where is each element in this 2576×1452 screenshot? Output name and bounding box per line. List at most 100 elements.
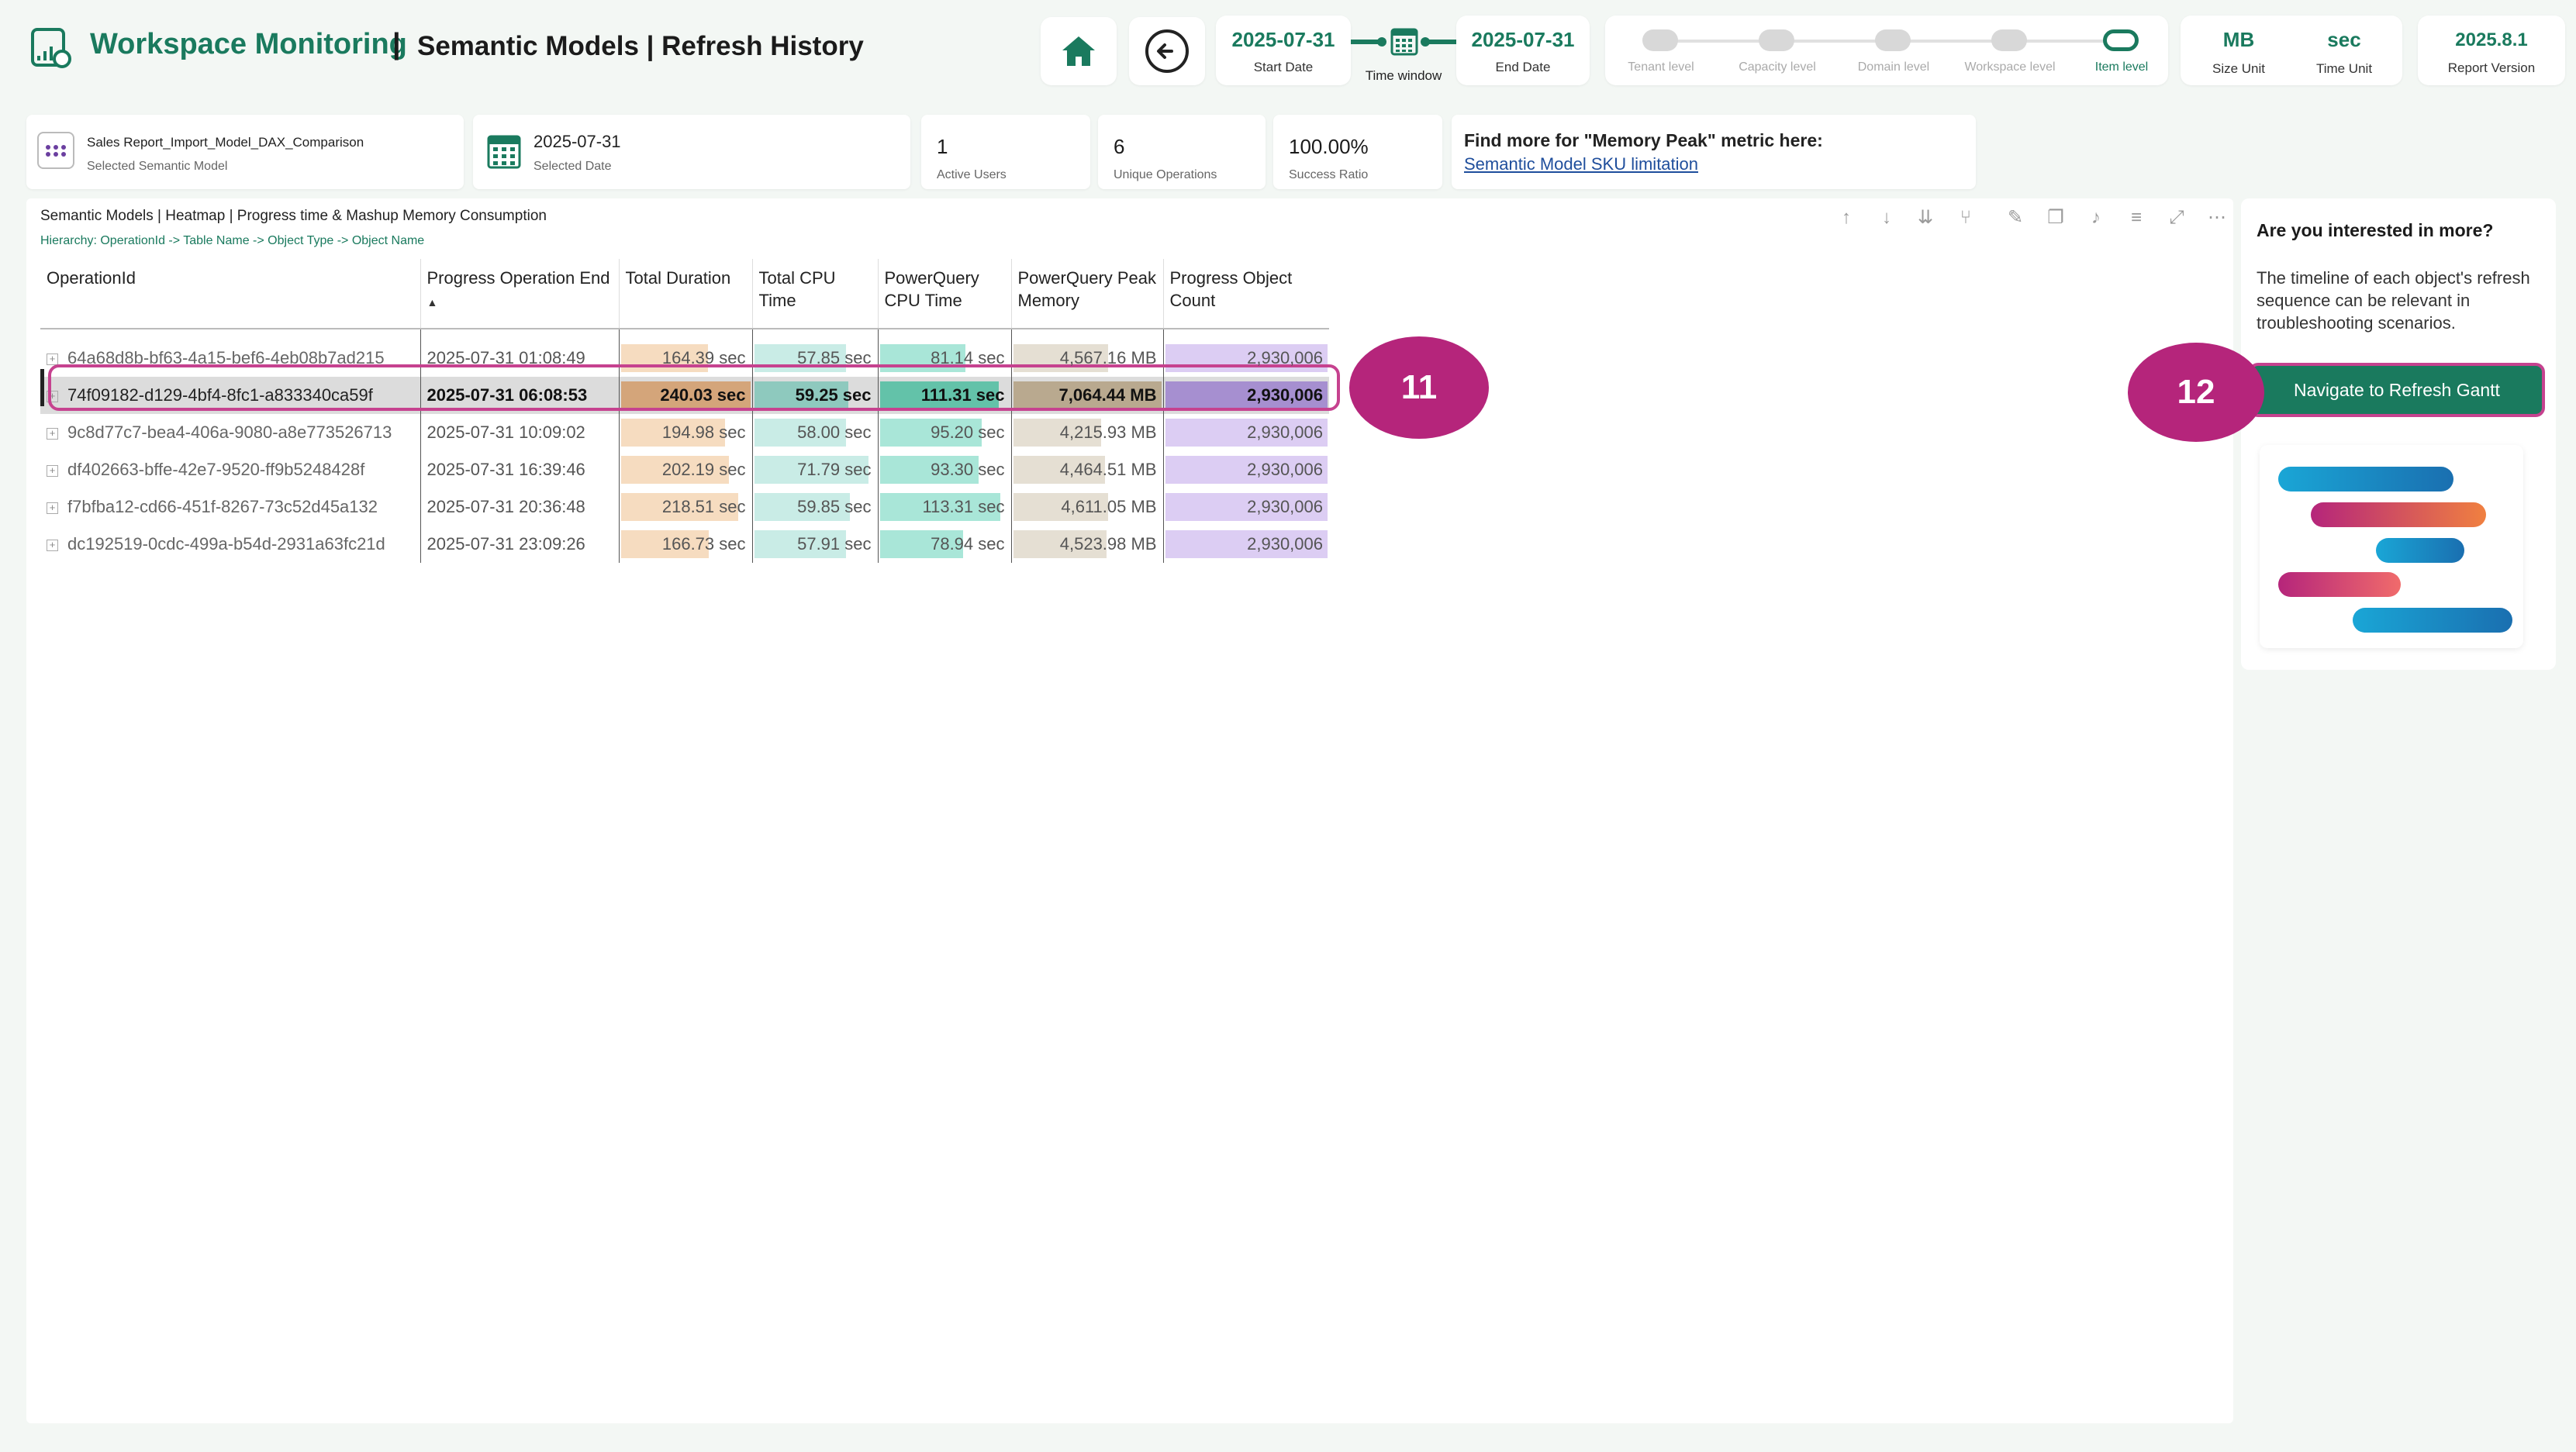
expand-row-icon[interactable]: + xyxy=(47,427,58,440)
title-separator: | xyxy=(392,28,401,60)
workspace-level-knob[interactable] xyxy=(1991,29,2027,51)
drill-down-icon[interactable]: ↓ xyxy=(1877,208,1897,228)
unit-selector[interactable]: MB Size Unit sec Time Unit xyxy=(2181,16,2402,85)
total-duration-value: 164.39 sec xyxy=(661,348,746,367)
expand-all-down-icon[interactable]: ⇊ xyxy=(1915,208,1935,228)
progress-object-count-cell: 2,930,006 xyxy=(1163,414,1329,451)
progress-object-count-value: 2,930,006 xyxy=(1247,422,1323,442)
item-level-knob[interactable] xyxy=(2103,29,2139,51)
copy-icon[interactable]: ❐ xyxy=(2046,208,2066,228)
total-duration-value: 202.19 sec xyxy=(661,460,746,479)
expand-row-icon[interactable]: + xyxy=(47,539,58,551)
progress-object-count-value: 2,930,006 xyxy=(1247,460,1323,479)
more-options-icon[interactable]: ⋯ xyxy=(2207,208,2227,228)
success-ratio-label: Success Ratio xyxy=(1289,168,1369,181)
table-row[interactable]: + df402663-bffe-42e7-9520-ff9b5248428f 202… xyxy=(40,451,1329,488)
pq-peak-memory-cell: 4,611.05 MB xyxy=(1011,488,1164,526)
filter-icon[interactable]: ≡ xyxy=(2126,208,2146,228)
operation-id-value: dc192519-0cdc-499a-b54d-2931a63fc21d xyxy=(67,534,385,554)
progress-end-cell: 2025-07-31 23:09:26 xyxy=(420,526,620,563)
pq-peak-memory-value: 7,064.44 MB xyxy=(1058,385,1157,405)
back-button[interactable] xyxy=(1129,17,1205,85)
time-unit-value: sec xyxy=(2327,28,2361,51)
side-panel-text: The timeline of each object's refresh se… xyxy=(2257,268,2530,333)
time-unit-label: Time Unit xyxy=(2315,61,2373,76)
gantt-bar xyxy=(2353,608,2512,633)
pq-cpu-cell: 78.94 sec xyxy=(878,526,1012,563)
progress-end-cell: 2025-07-31 16:39:46 xyxy=(420,451,620,488)
report-version-label: Report Version xyxy=(2447,60,2536,75)
total-duration-cell: 194.98 sec xyxy=(619,414,753,451)
operation-id-cell[interactable]: +9c8d77c7-bea4-406a-9080-a8e773526713 xyxy=(40,414,421,451)
level-selector[interactable]: Tenant level Capacity level Domain level… xyxy=(1605,16,2168,85)
memory-peak-title: Find more for "Memory Peak" metric here: xyxy=(1464,130,1823,150)
gantt-preview-image xyxy=(2260,445,2523,648)
total-duration-value: 240.03 sec xyxy=(660,385,746,405)
total-cpu-cell: 58.00 sec xyxy=(752,414,879,451)
col-operation-id[interactable]: OperationId xyxy=(40,259,421,329)
tenant-level-knob[interactable] xyxy=(1642,29,1678,51)
drill-up-icon[interactable]: ↑ xyxy=(1836,208,1856,228)
total-cpu-value: 57.85 sec xyxy=(797,348,872,367)
operation-id-cell[interactable]: + f7bfba12-cd66-451f-8267-73c52d45a132 xyxy=(40,488,421,526)
gantt-bar xyxy=(2278,572,2401,597)
navigate-refresh-gantt-button[interactable]: Navigate to Refresh Gantt xyxy=(2249,363,2545,417)
col-progress-end[interactable]: Progress Operation End ▲ xyxy=(420,259,620,329)
operation-id-cell[interactable]: + df402663-bffe-42e7-9520-ff9b5248428f xyxy=(40,451,421,488)
expand-row-icon[interactable]: + xyxy=(47,502,58,514)
gantt-bar xyxy=(2376,538,2464,563)
total-cpu-value: 58.00 sec xyxy=(797,422,872,442)
end-date-card[interactable]: 2025-07-31 End Date xyxy=(1456,16,1590,85)
sku-limitation-link[interactable]: Semantic Model SKU limitation xyxy=(1464,154,1976,174)
pin-icon[interactable]: ✎ xyxy=(2005,208,2025,228)
active-users-label: Active Users xyxy=(937,168,1007,181)
selected-row-marker xyxy=(40,369,44,406)
expand-row-icon[interactable]: + xyxy=(47,353,58,365)
expand-row-icon[interactable]: + xyxy=(47,464,58,477)
table-row[interactable]: + f7bfba12-cd66-451f-8267-73c52d45a132 202… xyxy=(40,488,1329,526)
home-button[interactable] xyxy=(1041,17,1117,85)
total-duration-value: 166.73 sec xyxy=(661,534,746,554)
start-date-card[interactable]: 2025-07-31 Start Date xyxy=(1216,16,1351,85)
progress-object-count-cell: 2,930,006 xyxy=(1163,526,1329,563)
pq-cpu-value: 93.30 sec xyxy=(931,460,1005,479)
table-spacer-row xyxy=(40,329,1329,340)
col-progress-end-label: Progress Operation End xyxy=(426,268,610,288)
page-title: Semantic Models | Refresh History xyxy=(417,31,864,61)
col-progress-object-count[interactable]: Progress Object Count xyxy=(1163,259,1329,329)
report-version-card: 2025.8.1 Report Version xyxy=(2418,16,2565,85)
start-date-label: Start Date xyxy=(1253,60,1314,74)
operation-id-cell[interactable]: + dc192519-0cdc-499a-b54d-2931a63fc21d xyxy=(40,526,421,563)
time-unit[interactable]: sec Time Unit xyxy=(2294,28,2395,77)
alert-bell-icon[interactable]: ♪ xyxy=(2086,208,2106,228)
capacity-level-knob[interactable] xyxy=(1759,29,1794,51)
progress-object-count-value: 2,930,006 xyxy=(1247,534,1323,554)
active-users-value: 1 xyxy=(937,135,948,158)
pq-peak-memory-cell: 4,523.98 MB xyxy=(1011,526,1164,563)
gantt-bar xyxy=(2311,502,2486,527)
progress-object-count-value: 2,930,006 xyxy=(1247,497,1323,516)
col-total-duration[interactable]: Total Duration xyxy=(619,259,753,329)
item-level-label: Item level xyxy=(2094,60,2149,74)
heatmap-title: Semantic Models | Heatmap | Progress tim… xyxy=(40,208,547,224)
col-pq-peak-memory[interactable]: PowerQuery Peak Memory xyxy=(1011,259,1164,329)
domain-level-label: Domain level xyxy=(1857,60,1930,74)
table-row[interactable]: +9c8d77c7-bea4-406a-9080-a8e773526713 202… xyxy=(40,414,1329,451)
col-pq-cpu[interactable]: PowerQuery CPU Time xyxy=(878,259,1012,329)
end-date-label: End Date xyxy=(1495,60,1551,74)
expand-hierarchy-icon[interactable]: ⑂ xyxy=(1956,208,1976,228)
selected-date-slicer[interactable]: 2025-07-31 Selected Date xyxy=(473,115,910,189)
col-total-cpu[interactable]: Total CPU Time xyxy=(752,259,879,329)
total-cpu-value: 71.79 sec xyxy=(797,460,872,479)
sort-ascending-icon: ▲ xyxy=(426,296,438,309)
semantic-model-slicer[interactable]: Sales Report_Import_Model_DAX_Comparison… xyxy=(26,115,464,189)
semantic-model-icon xyxy=(37,132,74,169)
pq-cpu-value: 78.94 sec xyxy=(931,534,1005,554)
focus-mode-icon[interactable]: ⤢ xyxy=(2167,208,2187,228)
time-window-slider[interactable]: Time window xyxy=(1351,22,1456,84)
size-unit[interactable]: MB Size Unit xyxy=(2188,28,2289,77)
domain-level-knob[interactable] xyxy=(1875,29,1911,51)
tenant-level-label: Tenant level xyxy=(1628,60,1694,74)
table-row[interactable]: + dc192519-0cdc-499a-b54d-2931a63fc21d 202… xyxy=(40,526,1329,563)
operation-id-value: df402663-bffe-42e7-9520-ff9b5248428f xyxy=(67,460,365,479)
